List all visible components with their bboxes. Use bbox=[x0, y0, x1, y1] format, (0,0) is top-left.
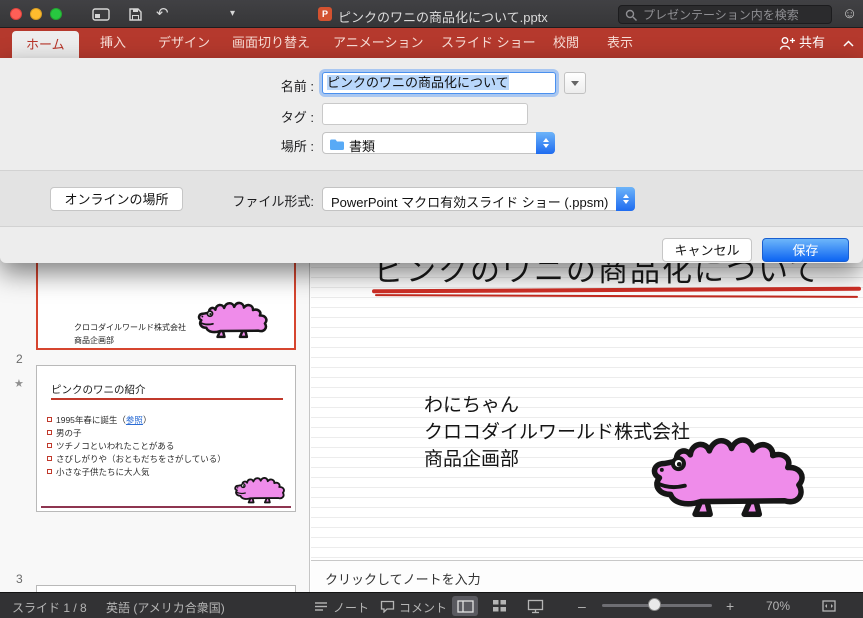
thumb2-crocodile-drawing bbox=[233, 470, 291, 504]
file-format-label: ファイル形式: bbox=[232, 194, 314, 209]
name-label: 名前 : bbox=[280, 79, 314, 94]
zoom-slider-knob[interactable] bbox=[648, 598, 661, 611]
red-square-bullet-icon bbox=[47, 469, 52, 474]
collapse-ribbon-icon[interactable] bbox=[842, 39, 855, 48]
red-square-bullet-icon bbox=[47, 430, 52, 435]
zoom-window-button[interactable] bbox=[50, 8, 62, 20]
save-icon[interactable] bbox=[128, 7, 143, 22]
thumb2-bullet-3: ツチノコといわれたことがある bbox=[47, 440, 174, 452]
red-square-bullet-icon bbox=[47, 417, 52, 422]
file-format-popup[interactable]: PowerPoint マクロ有効スライド ショー (.ppsm) bbox=[322, 187, 635, 211]
slide-2-number: 2 bbox=[16, 352, 23, 366]
slide-indicator: スライド 1 / 8 bbox=[12, 601, 87, 615]
thumb1-company-text: クロコダイルワールド株式会社 bbox=[74, 323, 186, 332]
search-input[interactable] bbox=[641, 6, 827, 23]
document-title: ピンクのワニの商品化について.pptx bbox=[338, 10, 548, 25]
where-popup[interactable]: 書類 bbox=[322, 132, 555, 154]
popup-stepper-icon bbox=[536, 132, 555, 154]
share-person-icon[interactable] bbox=[779, 36, 796, 51]
slide-crocodile-drawing[interactable] bbox=[648, 416, 823, 519]
zoom-out-button[interactable]: – bbox=[578, 598, 586, 614]
zoom-in-button[interactable]: + bbox=[726, 598, 734, 614]
thumb2-footer-line bbox=[41, 506, 291, 508]
fit-to-window-button[interactable] bbox=[816, 596, 842, 616]
red-square-bullet-icon bbox=[47, 443, 52, 448]
comments-toggle[interactable]: コメント bbox=[399, 599, 447, 616]
close-window-button[interactable] bbox=[10, 8, 22, 20]
undo-icon[interactable]: ↶ bbox=[156, 4, 169, 22]
tab-view[interactable]: 表示 bbox=[607, 28, 633, 58]
comments-icon[interactable] bbox=[380, 600, 395, 613]
window-view-icon[interactable] bbox=[92, 8, 110, 21]
tab-design[interactable]: デザイン bbox=[158, 28, 210, 58]
feedback-smiley-icon[interactable]: ☺ bbox=[842, 5, 857, 22]
tab-transitions[interactable]: 画面切り替え bbox=[232, 28, 310, 58]
thumb2-bullet-5: 小さな子供たちに大人気 bbox=[47, 466, 150, 478]
statusbar: スライド 1 / 8 英語 (アメリカ合衆国) ノート コメント – + 70% bbox=[0, 592, 863, 618]
thumb2-bullet-2: 男の子 bbox=[47, 427, 82, 439]
slideshow-view-button[interactable] bbox=[522, 596, 548, 616]
cancel-button[interactable]: キャンセル bbox=[662, 238, 752, 262]
filename-input[interactable]: ピンクのワニの商品化について bbox=[322, 72, 556, 94]
where-label: 場所 : bbox=[280, 139, 314, 154]
expand-dialog-button[interactable] bbox=[564, 72, 586, 94]
slide-sorter-view-button[interactable] bbox=[486, 596, 512, 616]
where-value: 書類 bbox=[349, 139, 376, 154]
save-button[interactable]: 保存 bbox=[762, 238, 849, 262]
selected-filename-text: ピンクのワニの商品化について bbox=[327, 75, 509, 90]
notes-placeholder[interactable]: クリックしてノートを入力 bbox=[325, 569, 481, 588]
app-window: ↶ ▾ P ピンクのワニの商品化について.pptx ☺ ホーム 挿入 デザイン … bbox=[0, 0, 863, 618]
tags-label: タグ : bbox=[280, 110, 314, 125]
toolbar-options-caret-icon[interactable]: ▾ bbox=[230, 8, 235, 19]
animation-star-icon: ★ bbox=[14, 378, 24, 390]
red-square-bullet-icon bbox=[47, 456, 52, 461]
tab-insert[interactable]: 挿入 bbox=[100, 28, 126, 58]
chevron-down-icon bbox=[571, 80, 579, 86]
search-icon bbox=[625, 9, 637, 21]
popup-stepper-icon bbox=[616, 187, 635, 211]
thumbnail-slide-2[interactable]: ピンクのワニの紹介 1995年春に誕生（参照） 男の子 ツチノコといわれたことが… bbox=[36, 365, 296, 512]
file-format-value: PowerPoint マクロ有効スライド ショー (.ppsm) bbox=[331, 195, 609, 210]
title-marker-underline-thin bbox=[374, 294, 859, 298]
thumb2-bullet-1: 1995年春に誕生（参照） bbox=[47, 414, 151, 426]
share-button[interactable]: 共有 bbox=[799, 28, 825, 58]
minimize-window-button[interactable] bbox=[30, 8, 42, 20]
language-indicator[interactable]: 英語 (アメリカ合衆国) bbox=[106, 599, 225, 616]
tab-review[interactable]: 校閲 bbox=[553, 28, 579, 58]
thumb2-bullet-4: さびしがりや（おともだちをさがしている） bbox=[47, 453, 226, 465]
tab-animations[interactable]: アニメーション bbox=[333, 28, 423, 58]
document-icon: P bbox=[318, 7, 332, 21]
thumb1-crocodile-drawing bbox=[196, 292, 276, 339]
save-as-dialog: 名前 : ピンクのワニの商品化について タグ : 場所 : 書類 オンラインの場… bbox=[0, 58, 863, 263]
ribbon-tab-bar: ホーム 挿入 デザイン 画面切り替え アニメーション スライド ショー 校閲 表… bbox=[0, 28, 863, 58]
tab-slideshow[interactable]: スライド ショー bbox=[441, 28, 536, 58]
titlebar: ↶ ▾ P ピンクのワニの商品化について.pptx ☺ bbox=[0, 0, 863, 28]
search-field bbox=[618, 5, 832, 24]
notes-area: クリックしてノートを入力 bbox=[311, 560, 863, 592]
normal-view-button[interactable] bbox=[452, 596, 478, 616]
folder-icon bbox=[330, 139, 344, 150]
reference-link: 参照 bbox=[125, 415, 143, 425]
thumb2-title: ピンクのワニの紹介 bbox=[51, 384, 146, 396]
thumb2-title-underline bbox=[51, 398, 283, 400]
tags-input[interactable] bbox=[322, 103, 528, 125]
notes-toggle[interactable]: ノート bbox=[333, 599, 369, 616]
zoom-percent[interactable]: 70% bbox=[766, 599, 790, 613]
slide-3-number: 3 bbox=[16, 572, 23, 586]
slide-body-line-3[interactable]: 商品企画部 bbox=[424, 444, 519, 471]
thumb1-dept-text: 商品企画部 bbox=[74, 336, 114, 345]
slide-body-line-1[interactable]: わにちゃん bbox=[424, 390, 519, 417]
thumbnail-slide-3[interactable] bbox=[36, 585, 296, 592]
tab-home[interactable]: ホーム bbox=[12, 31, 79, 58]
notes-icon[interactable] bbox=[314, 601, 328, 612]
